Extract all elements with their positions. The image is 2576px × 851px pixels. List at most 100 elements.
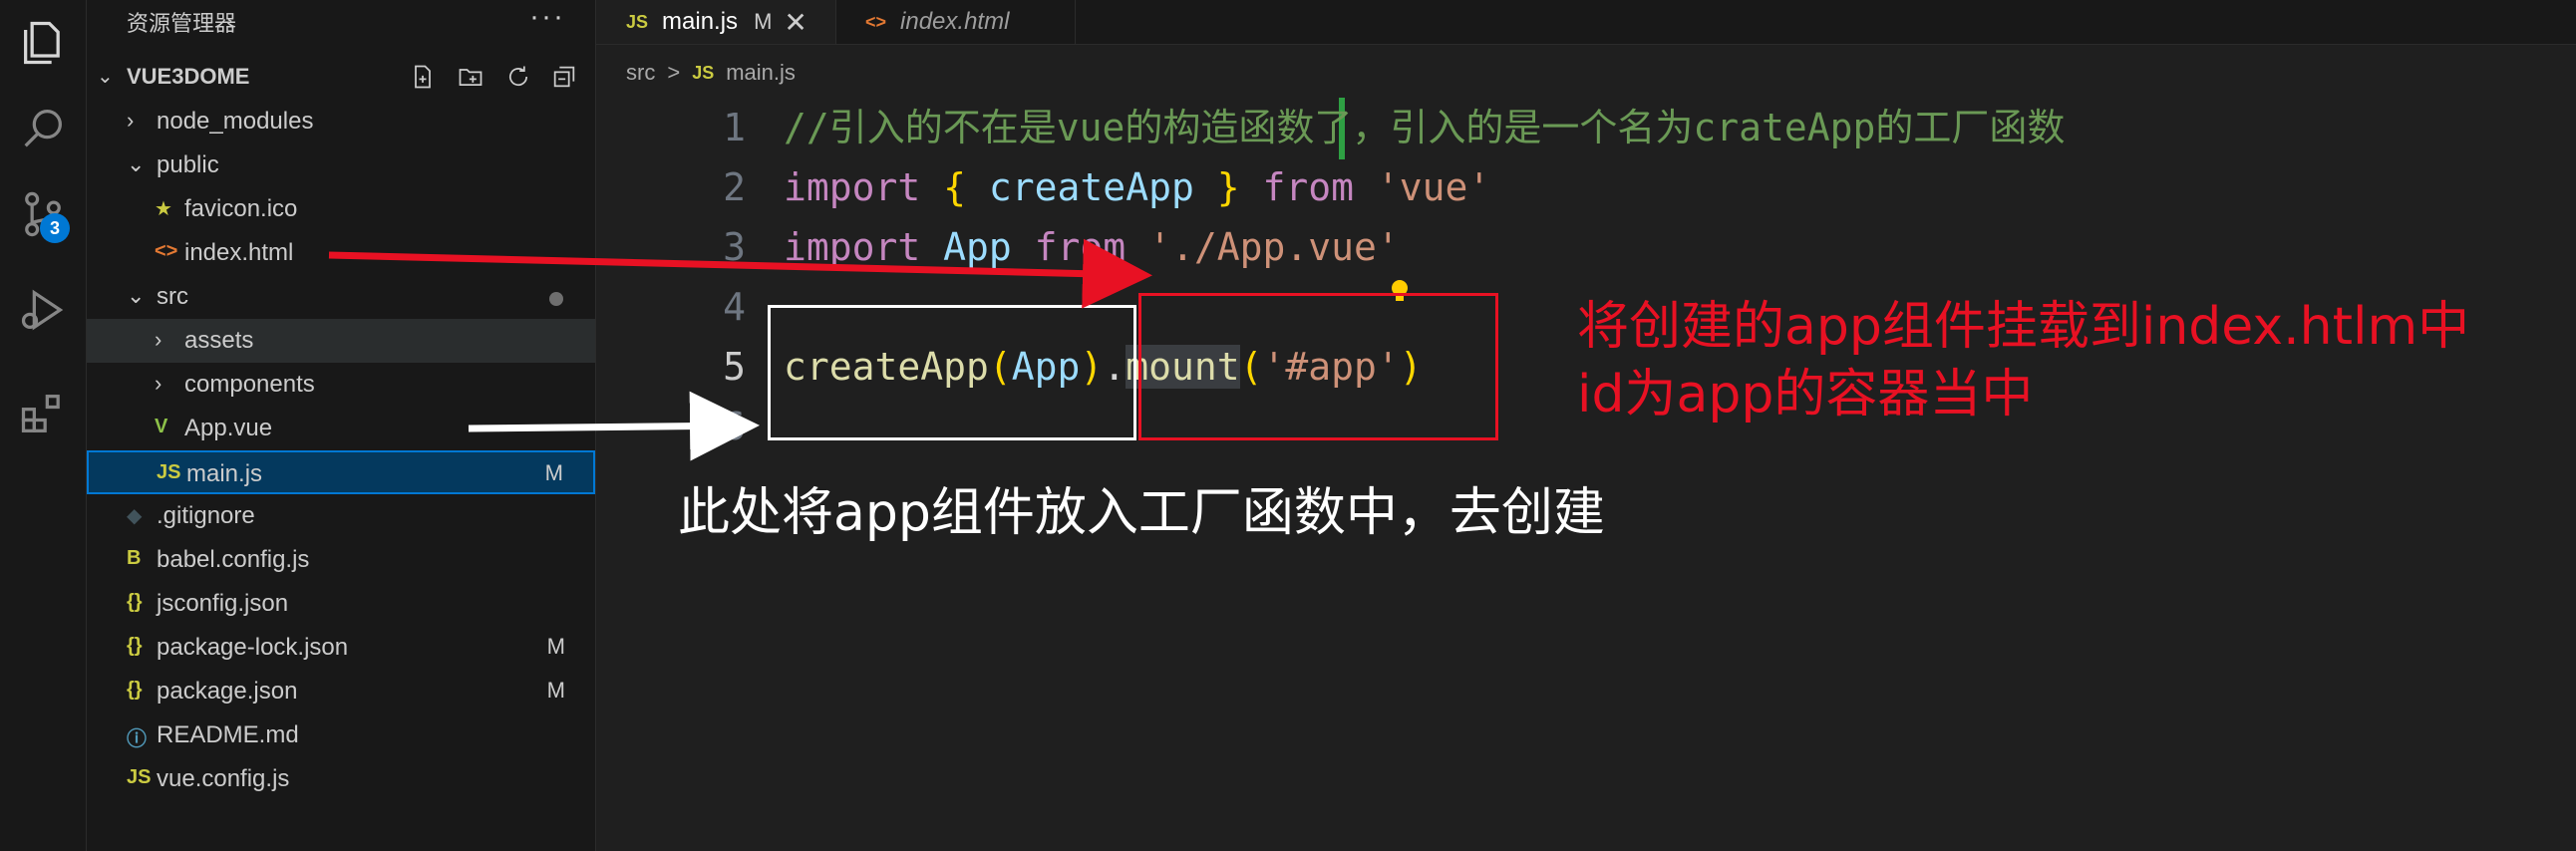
code-token: } xyxy=(1216,165,1263,209)
tab-index-html[interactable]: <> index.html xyxy=(835,0,1076,44)
tree-item-label: package-lock.json xyxy=(157,634,349,661)
close-icon[interactable]: ✕ xyxy=(784,6,806,39)
tree-file[interactable]: V App.vue xyxy=(87,407,595,450)
tree-folder[interactable]: › components xyxy=(87,363,595,407)
tree-item-label: favicon.ico xyxy=(184,195,298,222)
code-token: from xyxy=(1034,225,1149,269)
git-status-badge: M xyxy=(546,678,565,703)
tree-item-label: jsconfig.json xyxy=(157,590,289,617)
explorer-title: 资源管理器 xyxy=(127,11,237,36)
breadcrumb-folder[interactable]: src xyxy=(626,60,655,86)
chevron-down-icon: ⌄ xyxy=(127,151,146,176)
line-number: 3 xyxy=(723,225,746,269)
tree-item-label: src xyxy=(157,283,188,310)
code-text: import App from './App.vue' xyxy=(784,217,1400,277)
chevron-right-icon: › xyxy=(127,108,135,133)
mount-highlight-box xyxy=(1138,293,1498,440)
tab-bar: JS main.js M ✕ <> index.html xyxy=(596,0,2576,45)
code-token: './App.vue' xyxy=(1148,225,1400,269)
code-text: //引入的不在是vue的构造函数了，引入的是一个名为crateApp的工厂函数 xyxy=(784,98,2065,157)
file-type-icon: JS xyxy=(127,766,152,788)
file-type-icon: ★ xyxy=(155,198,172,220)
tab-label: index.html xyxy=(900,8,1010,35)
modified-dot xyxy=(549,292,563,306)
js-file-icon: JS xyxy=(626,11,649,32)
run-debug-icon[interactable] xyxy=(0,267,86,353)
tree-item-label: package.json xyxy=(157,678,298,705)
html-file-icon: <> xyxy=(865,11,887,32)
collapse-icon[interactable] xyxy=(547,60,581,94)
chevron-right-icon: › xyxy=(155,371,162,396)
file-type-icon: ◆ xyxy=(127,505,143,527)
explorer-sidebar: 资源管理器 ··· ⌄ VUE3DOME › node_modules ⌄ publi… xyxy=(87,0,596,851)
code-line[interactable]: 1 //引入的不在是vue的构造函数了，引入的是一个名为crateApp的工厂函数 xyxy=(596,98,2576,157)
code-token: { xyxy=(943,165,989,209)
tree-file[interactable]: <> index.html xyxy=(87,231,595,275)
tree-folder[interactable]: › assets xyxy=(87,319,595,363)
code-token: //引入的不在是vue的构造函数了，引入的是一个名为crateApp的工厂函数 xyxy=(784,106,2066,149)
activity-bar: 3 xyxy=(0,0,87,851)
file-type-icon: ⓘ xyxy=(127,728,147,750)
tree-item-label: README.md xyxy=(157,721,299,748)
tab-main-js[interactable]: JS main.js M ✕ xyxy=(596,0,836,44)
tree-file[interactable]: {} jsconfig.json xyxy=(87,582,595,626)
tree-item-label: vue.config.js xyxy=(157,765,290,792)
line-number: 2 xyxy=(723,165,746,209)
modified-indicator: M xyxy=(754,9,773,34)
source-control-badge: 3 xyxy=(40,213,70,243)
tree-file[interactable]: Bbabel.config.js xyxy=(87,538,595,582)
tree-file[interactable]: JS vue.config.js xyxy=(87,757,595,801)
tree-file[interactable]: ◆ .gitignore xyxy=(87,494,595,538)
project-name: VUE3DOME xyxy=(127,64,250,89)
tree-folder[interactable]: › node_modules xyxy=(87,100,595,143)
breadcrumb-file[interactable]: main.js xyxy=(726,60,796,86)
tree-item-label: node_modules xyxy=(157,108,314,135)
line-number: 6 xyxy=(723,405,746,448)
code-line[interactable]: 3 import App from './App.vue' xyxy=(596,217,2576,277)
tree-folder[interactable]: ⌄ public xyxy=(87,143,595,187)
tree-item-label: assets xyxy=(184,327,254,354)
code-token: import xyxy=(784,165,944,209)
chevron-down-icon: ⌄ xyxy=(97,66,114,88)
new-folder-icon[interactable] xyxy=(454,60,487,94)
new-file-icon[interactable] xyxy=(406,60,440,94)
extensions-icon[interactable] xyxy=(0,371,86,456)
code-line[interactable]: 2 import { createApp } from 'vue' xyxy=(596,157,2576,217)
line-number: 1 xyxy=(723,106,746,149)
file-type-icon: <> xyxy=(155,240,178,262)
git-status-badge: M xyxy=(544,460,563,485)
tree-item-label: public xyxy=(157,151,219,178)
tree-item-label: App.vue xyxy=(184,415,273,441)
chevron-right-icon: › xyxy=(155,327,162,352)
code-token: import xyxy=(784,225,944,269)
tree-item-label: index.html xyxy=(184,239,294,266)
file-type-icon: V xyxy=(155,416,168,437)
tree-file[interactable]: ★ favicon.ico xyxy=(87,187,595,231)
mount-annotation: 将创建的app组件挂载到index.htlm中 id为app的容器当中 xyxy=(1577,297,2470,425)
tree-file[interactable]: {} package.json M xyxy=(87,670,595,713)
more-actions-button[interactable]: ··· xyxy=(529,0,565,34)
breadcrumb-separator: > xyxy=(667,60,681,85)
tree-item-label: main.js xyxy=(186,460,263,487)
tree-file[interactable]: {} package-lock.json M xyxy=(87,626,595,670)
createapp-annotation: 此处将app组件放入工厂函数中，去创建 xyxy=(678,483,1605,543)
tree-file[interactable]: JS main.js M xyxy=(87,450,595,494)
chevron-down-icon: ⌄ xyxy=(127,283,146,308)
tree-item-label: components xyxy=(184,371,315,398)
project-header[interactable]: ⌄ VUE3DOME xyxy=(87,60,595,96)
createapp-highlight-box xyxy=(768,305,1136,440)
file-type-icon: B xyxy=(127,547,142,569)
explorer-icon[interactable] xyxy=(0,0,86,86)
code-text: import { createApp } from 'vue' xyxy=(784,157,1490,217)
tree-file[interactable]: ⓘ README.md xyxy=(87,713,595,757)
search-icon[interactable] xyxy=(0,86,86,171)
refresh-icon[interactable] xyxy=(501,60,535,94)
source-control-icon[interactable]: 3 xyxy=(0,171,86,257)
tree-item-label: babel.config.js xyxy=(157,546,310,573)
tree-folder[interactable]: ⌄ src xyxy=(87,275,595,319)
file-type-icon: {} xyxy=(127,679,143,701)
file-type-icon: JS xyxy=(157,461,181,483)
breadcrumb: src > JS main.js xyxy=(626,60,796,86)
tab-label: main.js xyxy=(662,8,739,35)
code-token: 'vue' xyxy=(1376,165,1491,209)
